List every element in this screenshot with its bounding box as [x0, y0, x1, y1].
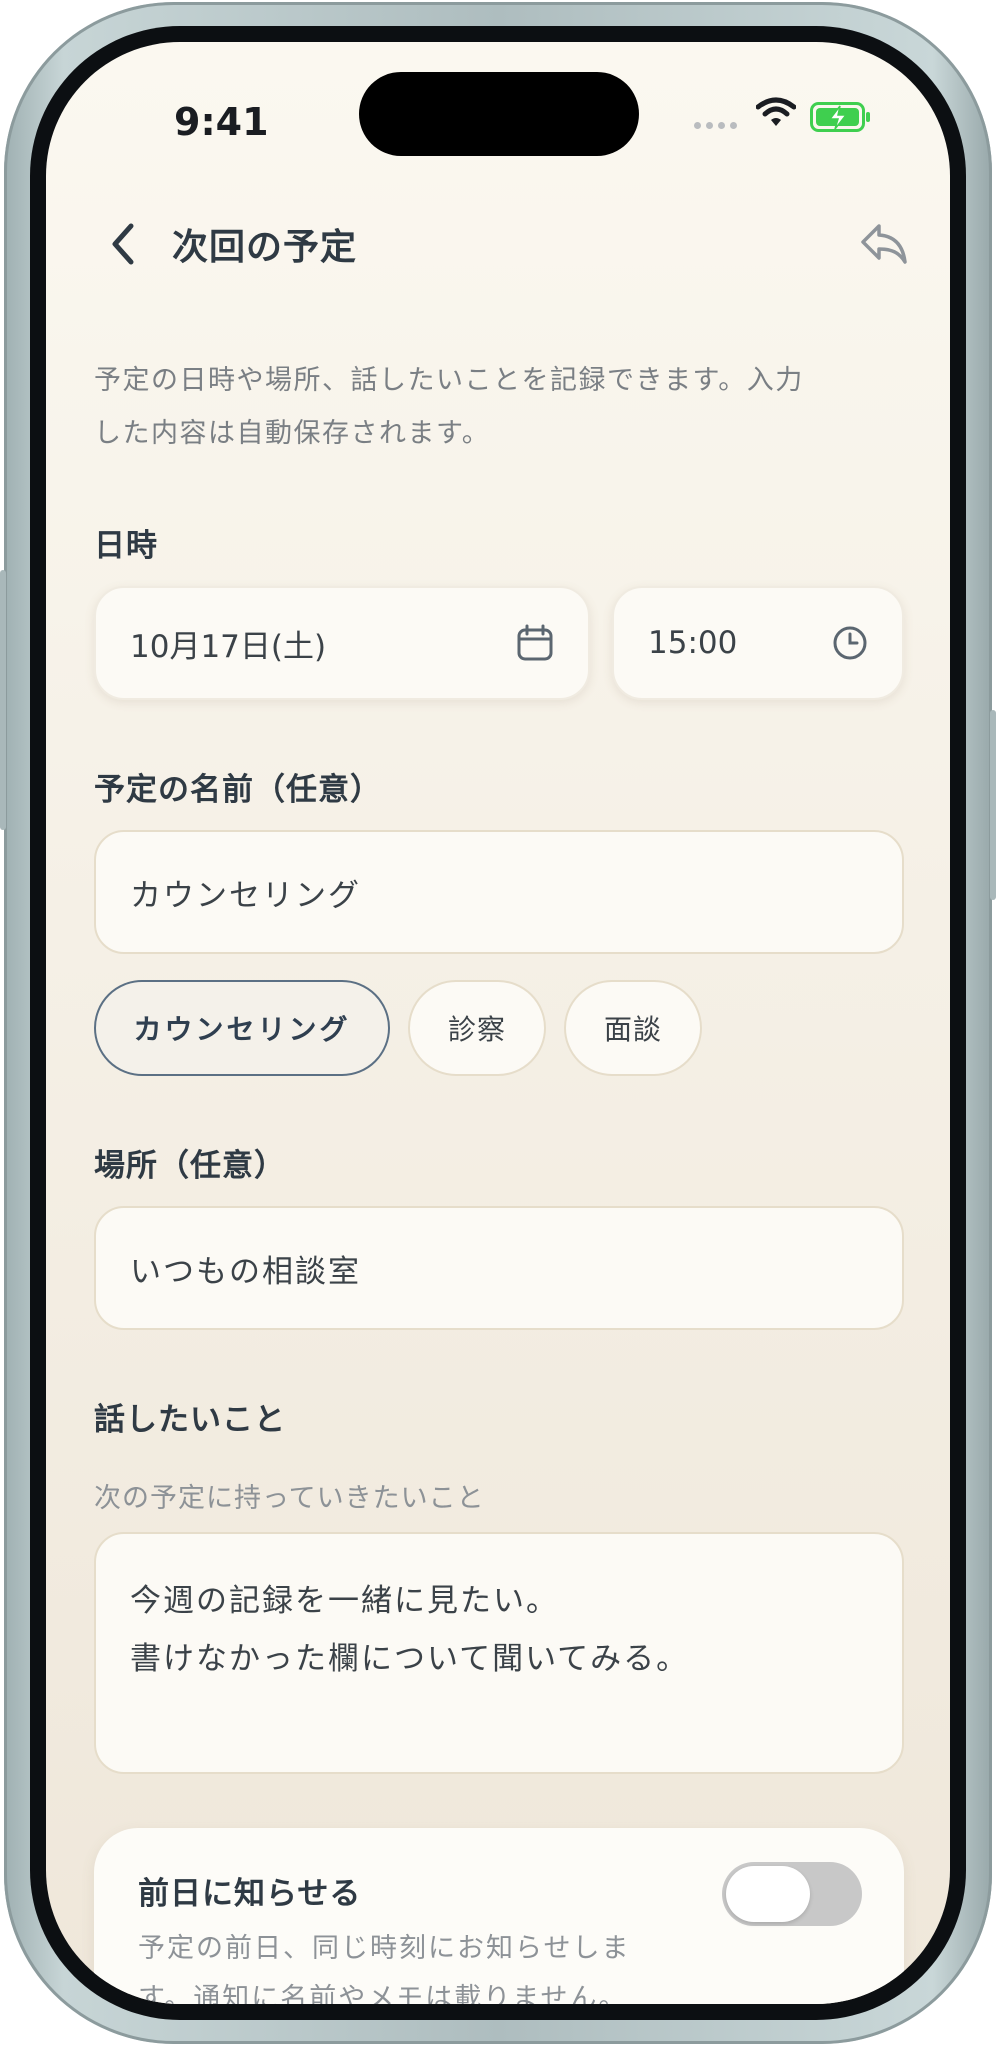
topics-line-1: 今週の記録を一緒に見たい。 — [130, 1583, 559, 1619]
chip-counseling[interactable]: カウンセリング — [94, 980, 390, 1076]
toggle-knob — [726, 1866, 810, 1922]
dynamic-island — [359, 72, 639, 156]
side-button-left — [0, 570, 6, 830]
back-button[interactable] — [98, 214, 148, 274]
intro-text: 予定の日時や場所、話したいことを記録できます。入力 した内容は自動保存されます。 — [94, 365, 804, 449]
reply-arrow-icon — [861, 224, 907, 264]
clock-icon — [832, 625, 868, 661]
screen: 9:41 次回の予定 予定の日時や場所、話したいことを記録できます。入力 した内… — [46, 42, 950, 2004]
chip-mendan[interactable]: 面談 — [564, 980, 702, 1076]
place-label: 場所（任意） — [94, 1148, 286, 1184]
side-button-right — [990, 710, 996, 900]
topics-hint: 次の予定に持っていきたいこと — [94, 1483, 485, 1514]
name-value: カウンセリング — [130, 877, 361, 914]
datetime-label: 日時 — [94, 528, 158, 564]
chevron-left-icon — [112, 223, 134, 265]
date-field[interactable]: 10月17日(土) — [94, 586, 590, 700]
reminder-card: 前日に知らせる 予定の前日、同じ時刻にお知らせしま す。通知に名前やメモは載りま… — [94, 1828, 904, 2004]
date-value: 10月17日(土) — [130, 628, 327, 665]
time-value: 15:00 — [648, 625, 738, 661]
wifi-icon — [756, 97, 796, 126]
cellular-signal-icon — [694, 122, 737, 129]
reminder-description: 予定の前日、同じ時刻にお知らせしま す。通知に名前やメモは載りません。 — [138, 1933, 631, 2004]
status-time: 9:41 — [174, 100, 269, 144]
name-label: 予定の名前（任意） — [94, 772, 382, 808]
share-button[interactable] — [854, 214, 914, 274]
chip-shinsatsu[interactable]: 診察 — [408, 980, 546, 1076]
name-input[interactable]: カウンセリング — [94, 830, 904, 954]
place-input[interactable]: いつもの相談室 — [94, 1206, 904, 1330]
topics-textarea[interactable]: 今週の記録を一緒に見たい。 書けなかった欄について聞いてみる。 — [94, 1532, 904, 1774]
topics-label: 話したいこと — [94, 1402, 286, 1438]
topics-line-2: 書けなかった欄について聞いてみる。 — [130, 1641, 690, 1677]
time-field[interactable]: 15:00 — [612, 586, 904, 700]
battery-charging-icon — [810, 102, 870, 132]
page-title: 次回の予定 — [172, 227, 358, 268]
reminder-title: 前日に知らせる — [138, 1876, 362, 1912]
place-value: いつもの相談室 — [130, 1253, 361, 1290]
reminder-toggle[interactable] — [722, 1862, 862, 1926]
calendar-icon — [516, 624, 554, 662]
